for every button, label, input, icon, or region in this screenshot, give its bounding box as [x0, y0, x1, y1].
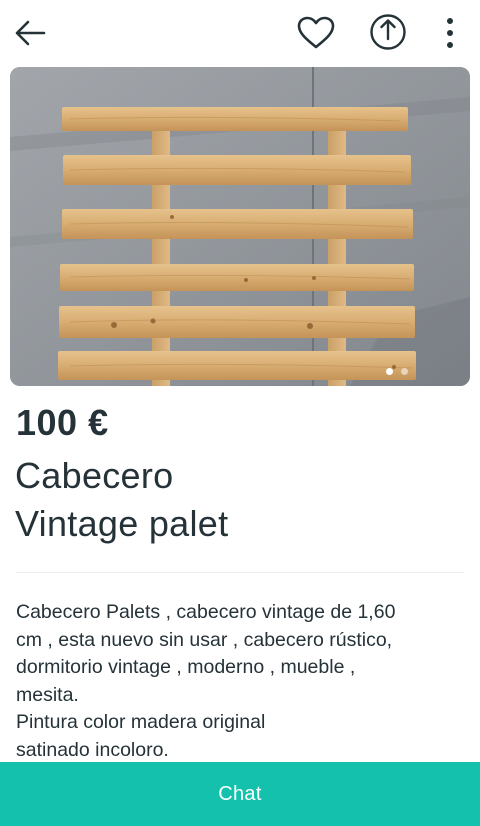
item-price: 100 €: [16, 402, 109, 443]
chat-button-label: Chat: [218, 782, 262, 805]
item-title-line-1: Cabecero: [15, 455, 174, 496]
favorite-button[interactable]: [292, 10, 340, 56]
gallery-dot-active[interactable]: [386, 368, 393, 375]
gallery-pagination: [10, 368, 470, 375]
item-title: Cabecero Vintage palet: [15, 452, 455, 548]
top-bar: [0, 0, 480, 66]
share-button[interactable]: [364, 8, 412, 56]
product-detail-screen: 100 € Cabecero Vintage palet Cabecero Pal…: [0, 0, 480, 826]
heart-outline-icon: [297, 16, 335, 49]
gallery-dot[interactable]: [401, 368, 408, 375]
arrow-left-icon: [15, 20, 46, 46]
product-photo[interactable]: [10, 67, 470, 386]
chat-button[interactable]: Chat: [0, 762, 480, 826]
more-vertical-icon: [447, 18, 453, 48]
pallet-headboard-image: [10, 67, 470, 386]
item-description: Cabecero Palets , cabecero vintage de 1,…: [16, 601, 396, 761]
back-button[interactable]: [8, 12, 52, 54]
more-options-button[interactable]: [432, 10, 468, 56]
section-divider: [16, 572, 464, 573]
share-upload-icon: [370, 14, 406, 50]
item-title-line-2: Vintage palet: [15, 503, 229, 544]
